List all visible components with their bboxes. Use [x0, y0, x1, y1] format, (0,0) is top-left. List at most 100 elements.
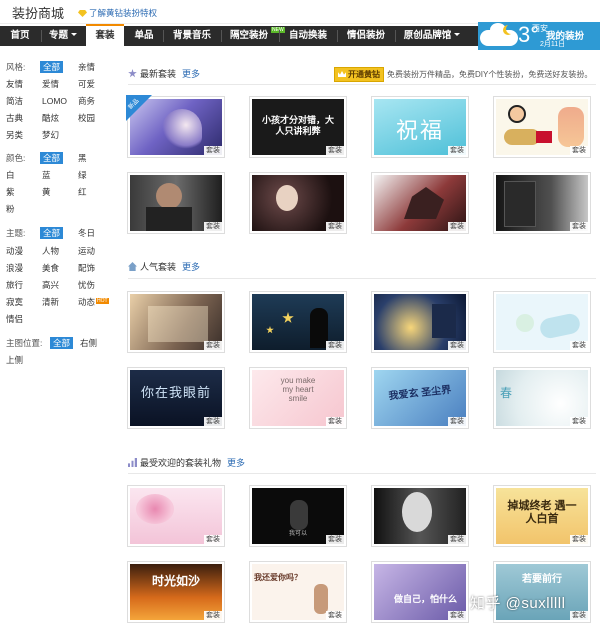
suit-card[interactable]: 套装 [493, 172, 591, 234]
nav-item-bgm[interactable]: 背景音乐 [164, 26, 220, 46]
nav-item-suits[interactable]: 套装 [86, 24, 124, 46]
filter-style-all[interactable]: 全部 [40, 61, 64, 73]
filter-option[interactable]: 寂寞 [6, 296, 23, 308]
nav-item-singles[interactable]: 单品 [126, 26, 162, 46]
chevron-down-icon [454, 33, 461, 36]
filter-position-all[interactable]: 全部 [50, 337, 74, 349]
filter-color-all[interactable]: 全部 [40, 152, 64, 164]
suit-tag: 套装 [204, 222, 222, 231]
open-vip-button[interactable]: 开通黄钻 [334, 67, 384, 82]
suit-tag: 套装 [204, 146, 222, 155]
suit-tag: 套装 [448, 341, 466, 350]
bar-chart-icon [128, 458, 137, 467]
filter-option[interactable]: 人物 [42, 245, 59, 257]
nav-item-remote-dress[interactable]: 隔空装扮 [222, 26, 276, 46]
hot-badge: HOT [96, 298, 109, 304]
suit-card[interactable]: 套装 [493, 291, 591, 353]
filter-option[interactable]: 右侧 [80, 337, 97, 349]
vip-link-label: 了解黄钻装扮特权 [89, 8, 158, 18]
suit-card[interactable]: 套装 [493, 96, 591, 158]
filter-option[interactable]: 配饰 [78, 262, 95, 274]
nav-item-home[interactable]: 首页 [0, 26, 40, 46]
suit-card[interactable]: 做自己，怕什么 套装 [371, 561, 469, 623]
filter-option[interactable]: 高兴 [42, 279, 59, 291]
suit-card[interactable]: 套装 [127, 485, 225, 547]
filter-option[interactable]: 亲情 [78, 61, 95, 73]
date: 2月11日 [540, 41, 566, 48]
filter-option[interactable]: 白 [6, 169, 15, 181]
suit-card[interactable]: 套装 [127, 291, 225, 353]
suit-card[interactable]: 我可以 套装 [249, 485, 347, 547]
suit-card[interactable]: 小孩才分对错，大人只讲利弊 套装 [249, 96, 347, 158]
suit-tag: 套装 [204, 341, 222, 350]
section-divider [128, 278, 596, 279]
suit-card[interactable]: 套装 [371, 172, 469, 234]
suit-tag: 套装 [326, 146, 344, 155]
nav-item-auto-change[interactable]: 自动换装 [280, 26, 336, 46]
filter-option[interactable]: 粉 [6, 203, 15, 215]
nav-item-original-brands[interactable]: 原创品牌馆 [396, 26, 468, 46]
filter-option[interactable]: 红 [78, 186, 87, 198]
filter-option[interactable]: 校园 [78, 112, 95, 124]
filter-option[interactable]: 酷炫 [42, 112, 59, 124]
filter-option[interactable]: 另类 [6, 129, 23, 141]
star-icon [128, 69, 137, 78]
filter-option[interactable]: 冬日 [78, 227, 95, 239]
suit-card[interactable]: 套装 [371, 291, 469, 353]
filter-option-dynamic[interactable]: 动态 HOT [78, 296, 109, 308]
filter-option[interactable]: 美食 [42, 262, 59, 274]
suit-card[interactable]: 我爱玄 圣尘界 套装 [371, 367, 469, 429]
filter-option[interactable]: 友情 [6, 78, 23, 90]
filter-option[interactable]: 浪漫 [6, 262, 23, 274]
filter-option[interactable]: 蓝 [42, 169, 51, 181]
filter-option[interactable]: 黄 [42, 186, 51, 198]
filter-option[interactable]: 运动 [78, 245, 95, 257]
filter-option[interactable]: 古典 [6, 112, 23, 124]
vip-privilege-link[interactable]: 了解黄钻装扮特权 [78, 7, 157, 19]
filter-theme-all[interactable]: 全部 [40, 227, 64, 239]
suit-card[interactable]: 掉城终老 遇一人白首 套装 [493, 485, 591, 547]
chevron-down-icon [71, 33, 77, 36]
suit-card[interactable]: 新品 套装 [126, 95, 225, 158]
nav-item-couples[interactable]: 情侣装扮 [338, 26, 394, 46]
more-link[interactable]: 更多 [182, 262, 200, 272]
suit-card[interactable]: 祝福 套装 [371, 96, 469, 158]
suit-tag: 套装 [204, 611, 222, 620]
filter-option[interactable]: 爱情 [42, 78, 59, 90]
filter-label-color: 颜色: [6, 153, 26, 163]
suit-tag: 套装 [204, 417, 222, 426]
filter-option[interactable]: 商务 [78, 95, 95, 107]
suit-tag: 套装 [570, 341, 588, 350]
section-divider [128, 473, 596, 474]
filter-option[interactable]: 清新 [42, 296, 59, 308]
section-favorite-header: 最受欢迎的套装礼物 更多 [128, 456, 245, 468]
filter-option[interactable]: 动漫 [6, 245, 23, 257]
nav-item-topics[interactable]: 专题 [42, 26, 84, 46]
suit-card[interactable]: 我还爱你吗？ 套装 [249, 561, 347, 623]
suit-card[interactable]: 套装 [249, 291, 347, 353]
suit-card[interactable]: 套装 [127, 172, 225, 234]
filter-option[interactable]: 情侣 [6, 313, 23, 325]
more-link[interactable]: 更多 [182, 69, 200, 79]
suit-card[interactable]: 时光如沙 套装 [127, 561, 225, 623]
suit-card[interactable]: 套装 [371, 485, 469, 547]
filter-option[interactable]: 旅行 [6, 279, 23, 291]
filter-option[interactable]: 上侧 [6, 354, 23, 366]
filter-option[interactable]: 可爱 [78, 78, 95, 90]
suit-card[interactable]: 春 套装 [493, 367, 591, 429]
suit-card[interactable]: 套装 [249, 172, 347, 234]
suit-card[interactable]: 你在我眼前 套装 [127, 367, 225, 429]
suit-card[interactable]: you make my heart smile 套装 [249, 367, 347, 429]
filter-option[interactable]: 绿 [78, 169, 87, 181]
suit-tag: 套装 [448, 417, 466, 426]
filter-option[interactable]: 紫 [6, 186, 15, 198]
filter-option[interactable]: 黑 [78, 152, 87, 164]
suit-tag: 套装 [326, 535, 344, 544]
filter-option[interactable]: 简洁 [6, 95, 23, 107]
top-bar: 装扮商城 了解黄钻装扮特权 [0, 0, 600, 24]
filter-option[interactable]: 忧伤 [78, 279, 95, 291]
more-link[interactable]: 更多 [227, 458, 245, 468]
filter-label-style: 风格: [6, 62, 26, 72]
filter-option[interactable]: LOMO [42, 95, 67, 107]
filter-option[interactable]: 梦幻 [42, 129, 59, 141]
